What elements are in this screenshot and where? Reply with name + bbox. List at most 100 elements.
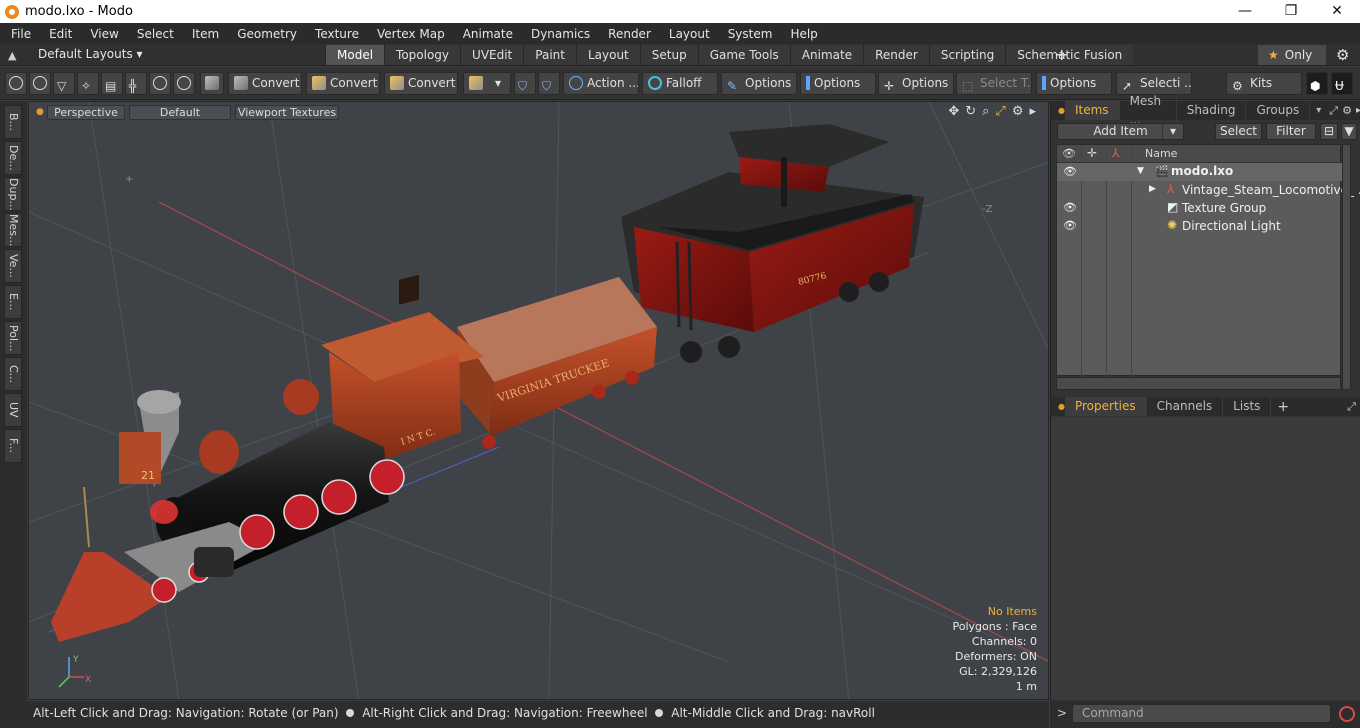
edge-mode-button[interactable] <box>173 72 195 95</box>
locator-column-icon[interactable]: ⅄ <box>1112 146 1119 160</box>
tab-groups[interactable]: Groups <box>1246 101 1311 120</box>
minimize-button[interactable]: — <box>1222 0 1268 23</box>
tab-scripting[interactable]: Scripting <box>928 45 1006 65</box>
left-tab-mesh[interactable]: Mes... <box>4 213 22 247</box>
select-items-button[interactable]: ✧ <box>77 72 99 95</box>
menu-item[interactable]: Item <box>181 27 226 41</box>
tab-layout[interactable]: Layout <box>575 45 640 65</box>
tree-row-directional-light[interactable]: 👁 ✺ Directional Light <box>1057 217 1342 235</box>
name-column-header[interactable]: Name <box>1145 147 1177 160</box>
menu-edit[interactable]: Edit <box>38 27 79 41</box>
tab-channels[interactable]: Channels <box>1147 397 1224 416</box>
select-button[interactable]: Select <box>1215 123 1262 140</box>
menu-file[interactable]: File <box>0 27 38 41</box>
select-polygons-button[interactable]: ▽ <box>53 72 75 95</box>
menu-system[interactable]: System <box>717 27 780 41</box>
menu-render[interactable]: Render <box>597 27 658 41</box>
collapse-icon[interactable]: ⊟ <box>1320 123 1338 140</box>
viewport-textures-dropdown[interactable]: Viewport Textures <box>235 105 339 120</box>
tab-uvedit[interactable]: UVEdit <box>460 45 524 65</box>
tree-row-locomotive[interactable]: ▶ ⅄ Vintage_Steam_Locomotive_ ... <box>1057 181 1360 199</box>
symmetry-button[interactable]: ⛉ <box>514 72 536 95</box>
visibility-column-eye-icon[interactable]: 👁 <box>1062 147 1076 160</box>
panel-settings-icon[interactable]: ⚙ <box>1342 104 1352 117</box>
tab-game-tools[interactable]: Game Tools <box>697 45 790 65</box>
expand-arrow-icon[interactable]: ▼ <box>1137 166 1144 176</box>
options-button-1[interactable]: ✎ Options <box>721 72 797 95</box>
items-tree-horizontal-scrollbar[interactable] <box>1056 377 1341 390</box>
menu-vertex-map[interactable]: Vertex Map <box>366 27 452 41</box>
add-panel-tab-button[interactable]: + <box>1277 399 1289 415</box>
tab-lists[interactable]: Lists <box>1223 397 1272 416</box>
options-button-2[interactable]: Options <box>800 72 876 95</box>
pan-icon[interactable]: ✥ <box>948 104 959 119</box>
tree-row-texture-group[interactable]: 👁 ◩ Texture Group <box>1057 199 1342 217</box>
menu-texture[interactable]: Texture <box>304 27 366 41</box>
left-tab-curve[interactable]: C... <box>4 357 22 391</box>
convert-button-3[interactable]: Convert <box>384 72 458 95</box>
menu-select[interactable]: Select <box>126 27 181 41</box>
tab-paint[interactable]: Paint <box>523 45 576 65</box>
tab-setup[interactable]: Setup <box>639 45 698 65</box>
left-tab-vertex[interactable]: Ve... <box>4 249 22 283</box>
menu-view[interactable]: View <box>79 27 125 41</box>
menu-animate[interactable]: Animate <box>452 27 520 41</box>
layout-collapse-icon[interactable]: ▲ <box>8 49 16 62</box>
tab-topology[interactable]: Topology <box>384 45 461 65</box>
shading-dropdown[interactable]: Default <box>129 105 231 120</box>
record-macro-icon[interactable] <box>1339 706 1355 722</box>
close-button[interactable]: ✕ <box>1314 0 1360 23</box>
3d-viewport[interactable]: + -Z 80776 VIRGINIA TRUCKEE I N T C. 21 … <box>28 101 1049 700</box>
panel-menu-dot-icon[interactable]: ● <box>1058 402 1065 411</box>
menu-layout[interactable]: Layout <box>658 27 717 41</box>
expand-panel-icon[interactable]: ⤢ <box>1347 400 1356 414</box>
auto-select-button[interactable] <box>200 72 224 95</box>
eye-icon[interactable]: 👁 <box>1063 165 1077 178</box>
filter-button[interactable]: Filter <box>1266 123 1316 140</box>
panel-menu-dot-icon[interactable]: ● <box>1058 106 1065 115</box>
pivot-button[interactable]: ╬ <box>125 72 147 95</box>
maximize-button[interactable]: ❐ <box>1268 0 1314 23</box>
default-layouts-dropdown[interactable]: Default Layouts ▾ <box>38 47 143 61</box>
left-tab-deform[interactable]: De... <box>4 141 22 175</box>
maximize-viewport-icon[interactable]: ⤢ <box>995 104 1005 119</box>
viewport-menu-dot-icon[interactable]: ● <box>36 107 44 117</box>
left-tab-polygon[interactable]: Pol... <box>4 321 22 355</box>
action-center-button[interactable]: Action ... <box>563 72 639 95</box>
expand-panel-icon[interactable]: ⤢ <box>1329 104 1338 118</box>
left-tab-basic[interactable]: B... <box>4 105 22 139</box>
panel-more-icon[interactable]: ▸ <box>1356 105 1360 116</box>
items-tree-vertical-scrollbar[interactable] <box>1342 144 1351 390</box>
tab-model[interactable]: Model <box>325 45 385 65</box>
tab-properties[interactable]: Properties <box>1064 397 1147 416</box>
viewport-settings-icon[interactable]: ⚙ <box>1012 104 1024 119</box>
tab-items[interactable]: Items <box>1064 101 1120 120</box>
tab-render[interactable]: Render <box>863 45 929 65</box>
chevron-down-icon[interactable]: ▾ <box>1316 105 1321 116</box>
lock-column-icon[interactable]: ✛ <box>1087 146 1097 160</box>
select-through-button[interactable]: ⬚ Select T... <box>956 72 1032 95</box>
workplane-button[interactable]: ⛉ <box>538 72 560 95</box>
menu-dynamics[interactable]: Dynamics <box>520 27 597 41</box>
menu-geometry[interactable]: Geometry <box>226 27 304 41</box>
kits-button[interactable]: ⚙ Kits <box>1226 72 1302 95</box>
tab-animate[interactable]: Animate <box>789 45 864 65</box>
tab-shading[interactable]: Shading <box>1177 101 1247 120</box>
center-button[interactable] <box>149 72 171 95</box>
add-layout-tab-button[interactable]: + <box>1055 45 1068 64</box>
snapping-dropdown[interactable]: ▾ <box>463 72 511 95</box>
unreal-button[interactable]: Ʉ <box>1331 72 1353 95</box>
tree-row-modo-lxo[interactable]: 👁 ▼ 🎬 modo.lxo <box>1057 163 1342 181</box>
left-tab-fusion[interactable]: F... <box>4 429 22 463</box>
materials-button[interactable]: ▤ <box>101 72 123 95</box>
filter-funnel-icon[interactable]: ▼ <box>1341 123 1357 140</box>
select-vertices-button[interactable] <box>5 72 27 95</box>
tab-schematic-fusion[interactable]: Schematic Fusion <box>1005 45 1134 65</box>
eye-icon[interactable]: 👁 <box>1063 201 1077 214</box>
select-edges-button[interactable] <box>29 72 51 95</box>
rotate-icon[interactable]: ↻ <box>965 104 976 119</box>
gear-icon[interactable]: ⚙ <box>1336 46 1349 64</box>
menu-help[interactable]: Help <box>779 27 824 41</box>
command-input[interactable]: Command <box>1072 704 1331 723</box>
eye-icon[interactable]: 👁 <box>1063 219 1077 232</box>
